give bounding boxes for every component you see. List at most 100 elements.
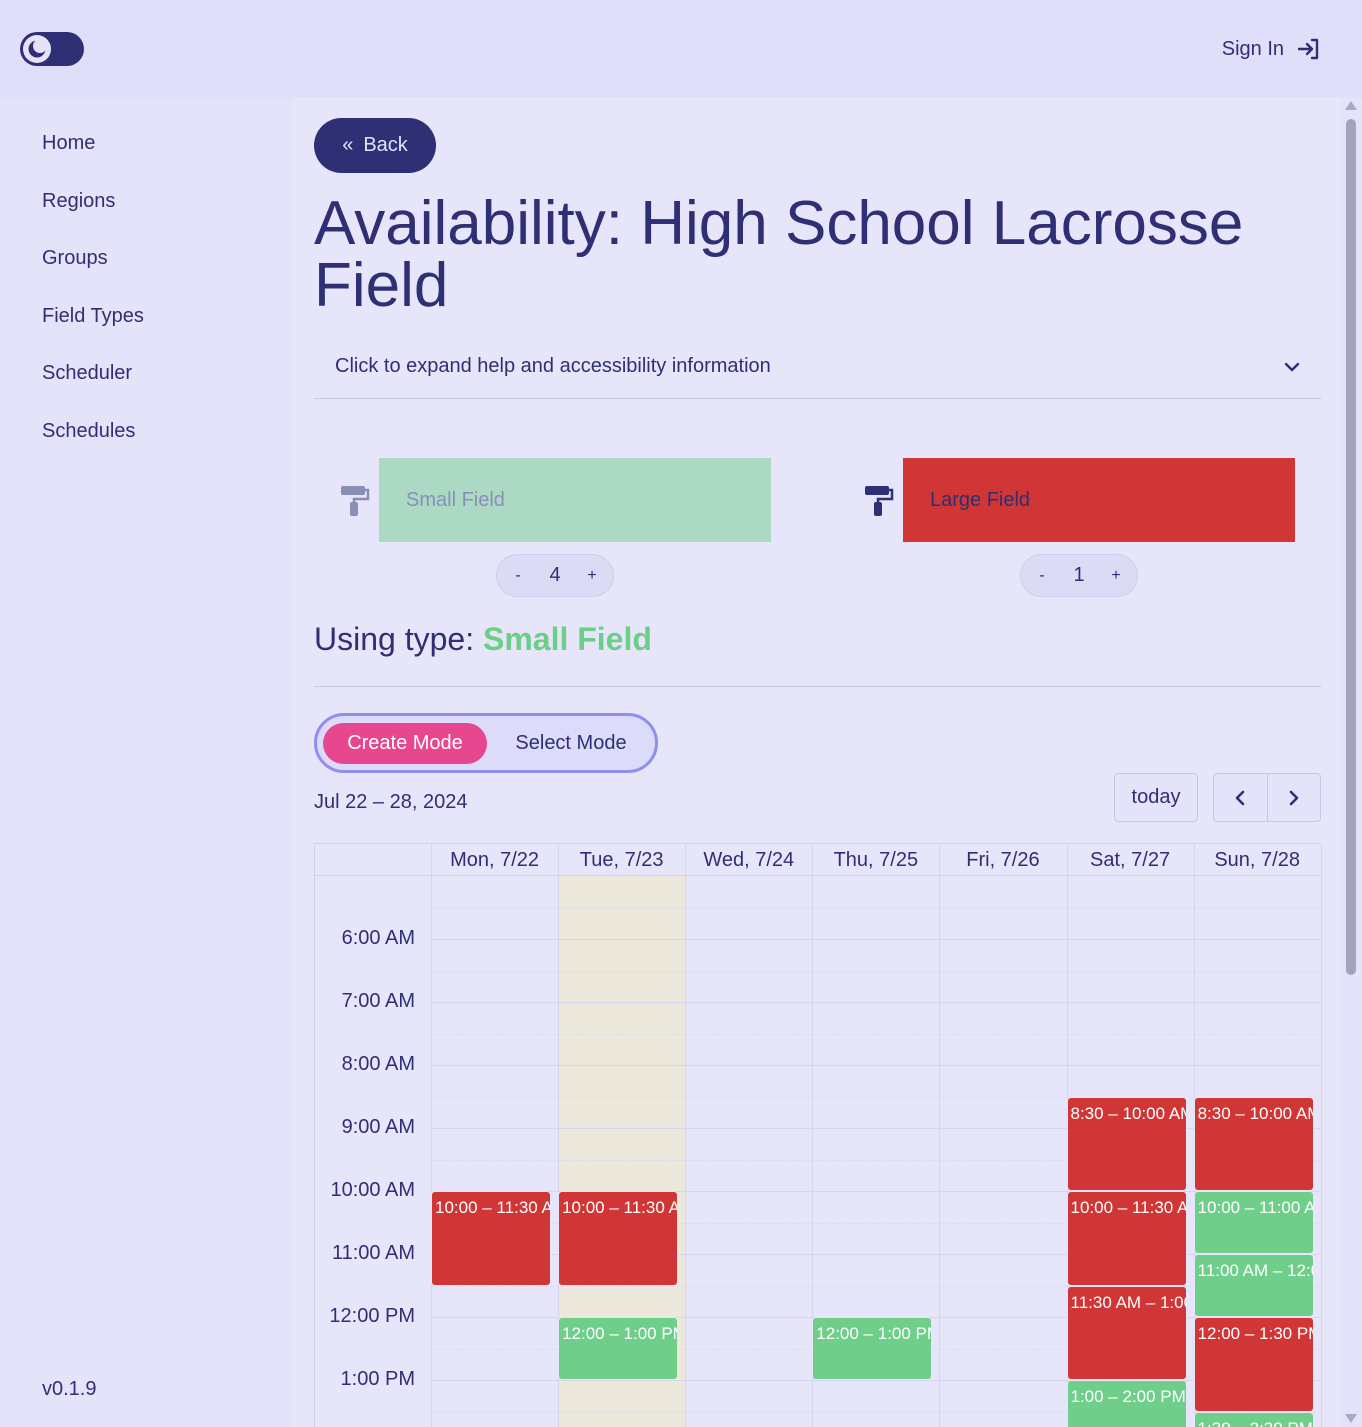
calendar-event[interactable]: 10:00 – 11:00 AM [1194,1192,1313,1253]
time-label: 8:00 AM [341,1053,415,1075]
field-type-small: Small Field - 4 + [314,458,784,598]
sign-in-label: Sign In [1221,37,1284,60]
calendar-event[interactable]: 10:00 – 11:30 AM [1067,1192,1186,1285]
calendar-event[interactable]: 12:00 – 1:00 PM [559,1318,678,1379]
half-hour-gridline [431,1096,1321,1098]
sidebar-item-schedules[interactable]: Schedules [42,420,135,443]
large-field-swatch[interactable]: Large Field [903,458,1295,542]
small-field-stepper: - 4 + [496,554,614,597]
next-week-button[interactable] [1266,774,1320,821]
day-header: Thu, 7/25 [833,848,919,871]
half-hour-gridline [431,1159,1321,1161]
toggle-knob [23,35,51,63]
moon-icon [28,39,47,58]
today-button[interactable]: today [1114,773,1198,822]
chevron-down-icon [1284,362,1300,372]
day-column-divider [431,844,432,1427]
create-mode-button[interactable]: Create Mode [323,723,487,764]
theme-toggle[interactable] [20,32,84,66]
scrollbar[interactable] [1340,97,1362,1427]
sign-in-button[interactable]: Sign In [1222,36,1320,62]
hour-gridline [431,1065,1321,1066]
back-label: Back [363,134,408,156]
day-column-divider [685,844,687,1427]
calendar-date-range: Jul 22 – 28, 2024 [314,791,468,813]
calendar-event[interactable]: 12:00 – 1:00 PM [813,1318,932,1379]
scroll-down-arrow[interactable] [1345,1414,1357,1423]
calendar-event[interactable]: 8:30 – 10:00 AM [1067,1097,1186,1190]
top-bar: Sign In [0,0,1362,97]
sidebar-item-field-types[interactable]: Field Types [42,305,144,328]
hour-gridline [431,1380,1321,1381]
paint-roller-icon [865,486,894,516]
sign-in-icon [1298,38,1319,60]
calendar-event[interactable]: 11:00 AM – 12:00 PM [1194,1255,1313,1316]
main-content: « Back Availability: High School Lacross… [293,97,1340,1427]
sidebar-item-groups[interactable]: Groups [42,247,108,270]
time-label: 9:00 AM [341,1116,415,1138]
scroll-thumb[interactable] [1346,119,1356,975]
scroll-up-arrow[interactable] [1345,101,1357,110]
prev-week-button[interactable] [1214,774,1267,821]
using-type-value: Small Field [482,621,652,657]
sidebar-item-home[interactable]: Home [42,132,95,155]
increment-button[interactable]: + [1109,567,1123,585]
time-label: 11:00 AM [331,1242,415,1264]
help-label: Click to expand help and accessibility i… [335,355,771,377]
sidebar: Home Regions Groups Field Types Schedule… [0,97,293,1427]
calendar-event[interactable]: 11:30 AM – 1:00 PM [1067,1286,1186,1379]
back-icon: « [342,134,354,156]
large-field-stepper: - 1 + [1020,554,1138,597]
decrement-button[interactable]: - [1035,567,1049,585]
day-header: Mon, 7/22 [450,848,540,871]
back-button[interactable]: « Back [314,118,436,173]
select-mode-button[interactable]: Select Mode [495,723,647,764]
calendar-event[interactable]: 12:00 – 1:30 PM [1194,1318,1313,1411]
calendar-event[interactable]: 1:00 – 2:00 PM [1067,1381,1186,1427]
calendar-nav [1213,773,1321,822]
half-hour-gridline [431,1033,1321,1035]
day-column-divider [1320,844,1322,1427]
increment-button[interactable]: + [585,567,599,585]
field-type-large: Large Field - 1 + [838,458,1308,598]
calendar-event[interactable]: 8:30 – 10:00 AM [1194,1097,1313,1190]
calendar-header: Mon, 7/22 Tue, 7/23 Wed, 7/24 Thu, 7/25 Fri,… [315,844,1321,876]
day-header: Wed, 7/24 [703,848,795,871]
half-hour-gridline [431,907,1321,909]
time-label: 12:00 PM [329,1305,415,1327]
calendar-event[interactable]: 10:00 – 11:30 AM [432,1192,551,1285]
time-label: 7:00 AM [341,990,415,1012]
day-header: Sun, 7/28 [1214,848,1300,871]
large-field-count: 1 [1073,564,1085,586]
paint-roller-icon [341,486,370,516]
calendar-event[interactable]: 1:30 – 2:30 PM [1194,1412,1313,1427]
hour-gridline [431,1002,1321,1003]
week-calendar: Mon, 7/22 Tue, 7/23 Wed, 7/24 Thu, 7/25 Fri,… [314,843,1322,1427]
divider [314,686,1321,687]
chevron-right-icon [1289,790,1299,805]
decrement-button[interactable]: - [511,567,525,585]
page-title: Availability: High School Lacrosse Field [314,189,1244,320]
hour-gridline [431,1128,1321,1129]
time-label: 1:00 PM [340,1368,415,1390]
half-hour-gridline [431,1285,1321,1287]
app-version: v0.1.9 [42,1378,97,1400]
day-header: Fri, 7/26 [966,848,1040,871]
half-hour-gridline [431,970,1321,972]
using-type-label: Using type: [314,621,475,657]
sidebar-item-scheduler[interactable]: Scheduler [42,362,132,385]
time-label: 6:00 AM [341,927,415,949]
day-header: Tue, 7/23 [579,848,664,871]
day-header: Sat, 7/27 [1090,848,1171,871]
hour-gridline [431,939,1321,940]
mode-toggle: Create Mode Select Mode [314,713,658,773]
calendar-event[interactable]: 10:00 – 11:30 AM [559,1192,678,1285]
small-field-count: 4 [549,564,561,586]
small-field-swatch[interactable]: Small Field [379,458,771,542]
chevron-left-icon [1236,790,1245,805]
help-accordion[interactable]: Click to expand help and accessibility i… [314,337,1321,399]
sidebar-item-regions[interactable]: Regions [42,190,115,213]
using-type: Using type: Small Field [314,621,652,658]
time-label: 10:00 AM [330,1179,415,1201]
half-hour-gridline [431,1411,1321,1413]
